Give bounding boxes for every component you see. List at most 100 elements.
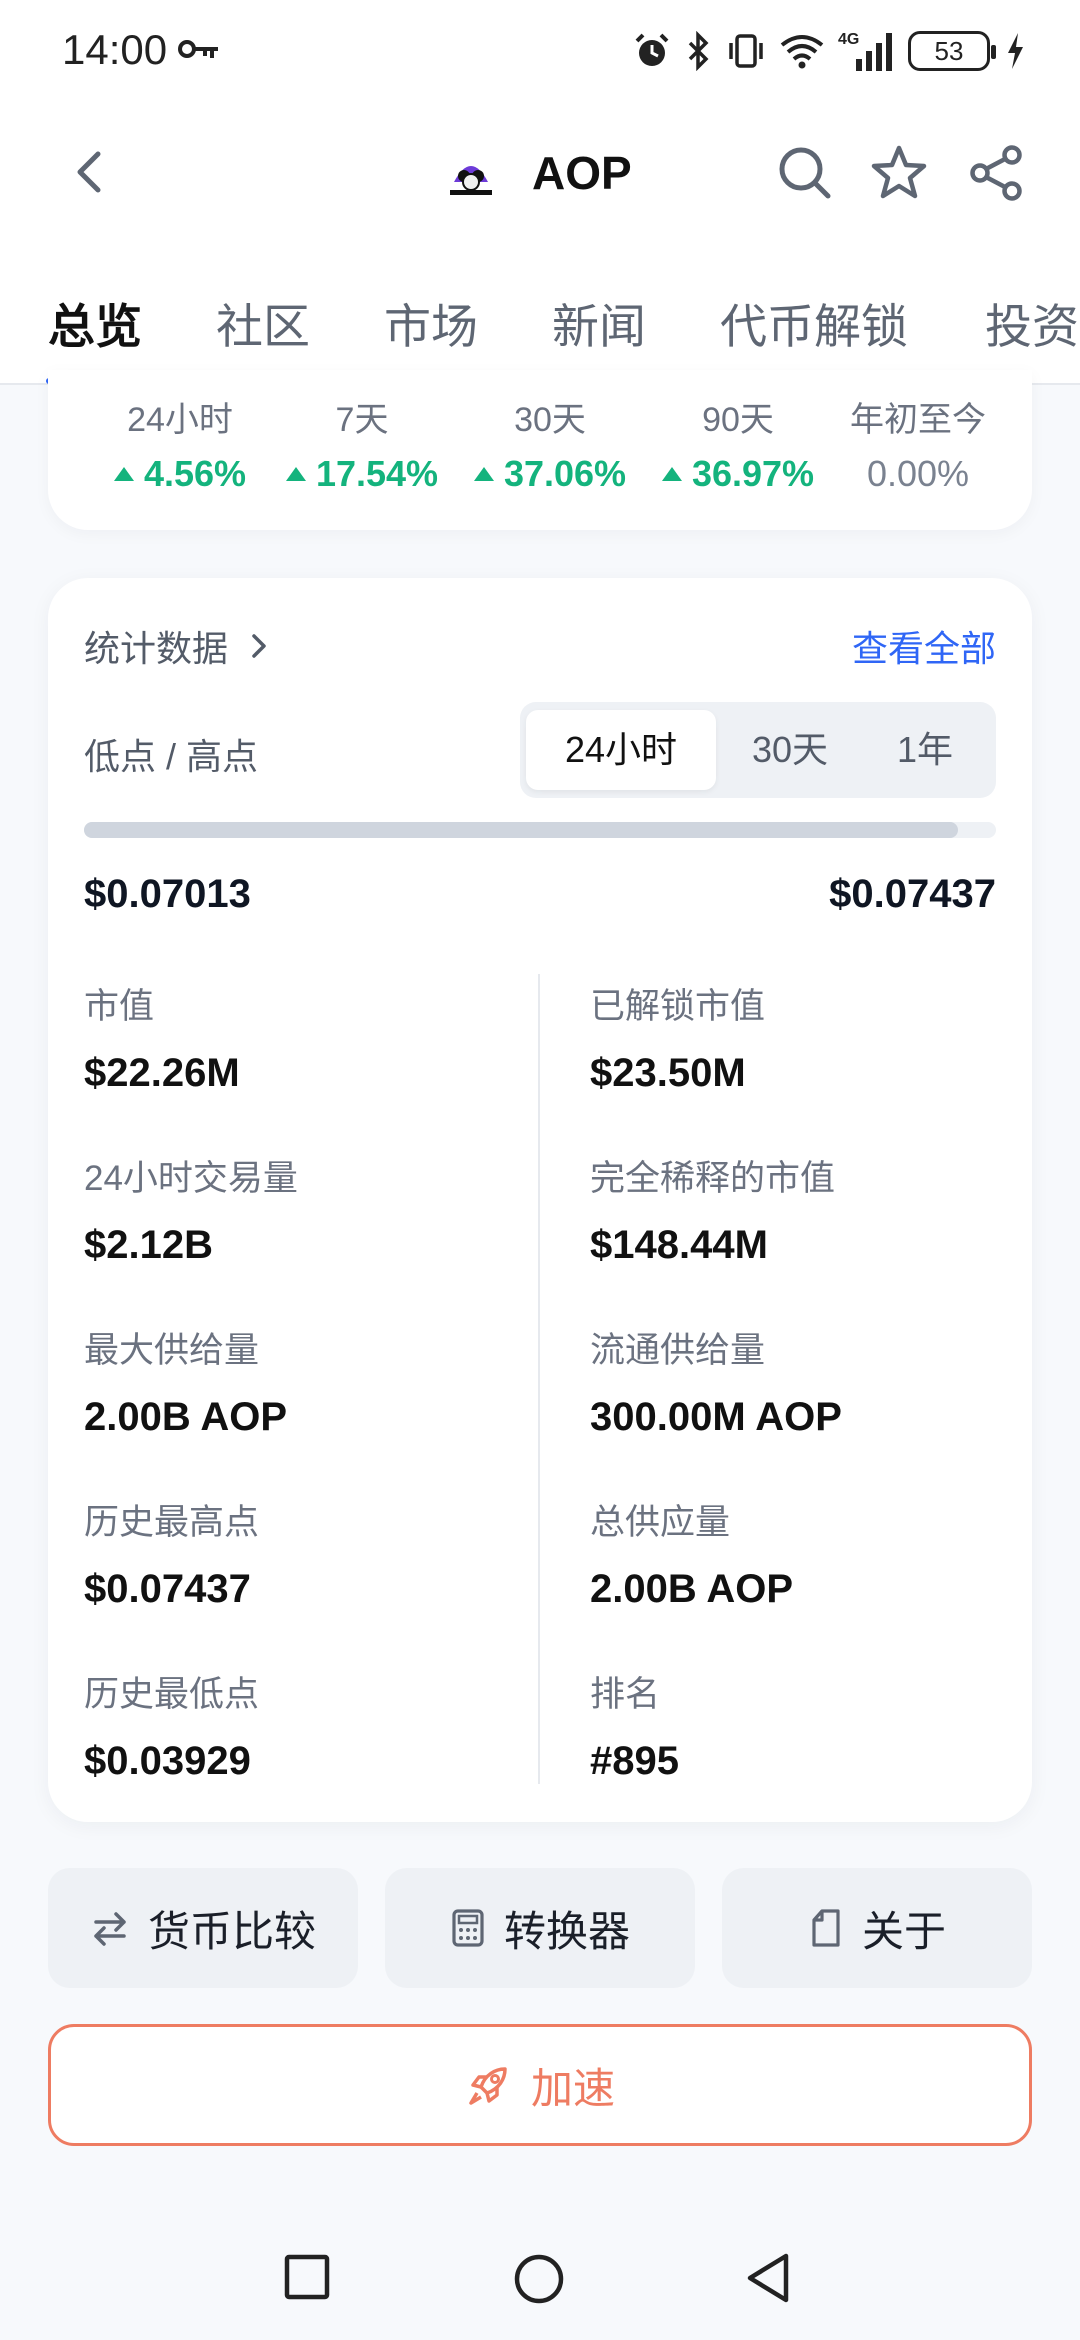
- stat-label: 完全稀释的市值: [590, 1159, 836, 1198]
- stat-max-supply: 最大供给量 2.00B AOP: [84, 1322, 287, 1440]
- statistics-title: 统计数据: [84, 628, 229, 669]
- rocket-icon: [469, 2067, 507, 2105]
- perf-label: 年初至今: [850, 401, 986, 439]
- perf-7d: 7天 17.54%: [272, 392, 452, 495]
- stat-label: 总供应量: [590, 1503, 731, 1542]
- perf-label: 24小时: [127, 401, 233, 439]
- stat-value: $22.26M: [84, 1051, 240, 1095]
- stat-value: $0.03929: [84, 1739, 251, 1783]
- perf-label: 90天: [702, 401, 774, 439]
- boost-button[interactable]: 加速: [48, 2024, 1032, 2146]
- converter-button[interactable]: 转换器: [385, 1868, 695, 1988]
- recent-apps-icon[interactable]: [282, 2252, 332, 2302]
- perf-30d: 30天 37.06%: [460, 392, 640, 495]
- period-24h[interactable]: 24小时: [526, 710, 716, 790]
- stat-all-time-low: 历史最低点 $0.03929: [84, 1666, 259, 1784]
- stat-value: $2.12B: [84, 1223, 213, 1267]
- stat-value: 2.00B AOP: [590, 1567, 794, 1611]
- tab-investment[interactable]: 投资: [985, 288, 1079, 357]
- converter-label: 转换器: [503, 1907, 630, 1955]
- perf-value: 37.06%: [503, 453, 627, 494]
- stat-value: #895: [590, 1739, 679, 1783]
- up-triangle-icon: [661, 467, 682, 481]
- period-selector: 24小时 30天 1年: [520, 702, 996, 798]
- document-icon: [812, 1909, 840, 1947]
- stat-label: 历史最低点: [84, 1675, 260, 1714]
- system-nav-bar: [0, 2200, 1080, 2340]
- battery-indicator: 53: [908, 31, 996, 71]
- svg-text:4G: 4G: [838, 31, 859, 48]
- battery-level: 53: [934, 35, 964, 66]
- column-divider: [538, 974, 540, 1784]
- statistics-header[interactable]: 统计数据: [84, 620, 272, 672]
- bluetooth-icon: [688, 31, 709, 71]
- period-30d[interactable]: 30天: [720, 710, 860, 790]
- stat-label: 历史最高点: [84, 1503, 260, 1542]
- perf-value: 0.00%: [866, 453, 970, 494]
- tab-token-unlock[interactable]: 代币解锁: [720, 288, 908, 357]
- up-triangle-icon: [285, 467, 306, 481]
- back-arrow-icon[interactable]: [60, 142, 120, 202]
- status-bar: 14:00 4G 53: [0, 0, 1080, 100]
- swap-arrows-icon: [94, 1912, 126, 1946]
- tab-community[interactable]: 社区: [216, 288, 310, 357]
- perf-label: 7天: [335, 401, 389, 439]
- tab-news[interactable]: 新闻: [552, 288, 646, 357]
- price-range-fill: [84, 822, 958, 838]
- alarm-icon: [635, 33, 669, 66]
- perf-ytd: 年初至今 0.00%: [828, 392, 1008, 495]
- cellular-signal-icon: 4G: [838, 31, 892, 71]
- tab-market[interactable]: 市场: [384, 288, 478, 357]
- share-icon[interactable]: [964, 140, 1030, 206]
- stat-total-supply: 总供应量 2.00B AOP: [590, 1494, 793, 1612]
- perf-label: 30天: [514, 401, 586, 439]
- app-header: AOP: [0, 100, 1080, 250]
- stat-label: 24小时交易量: [84, 1159, 298, 1198]
- chevron-right-icon: [252, 634, 266, 658]
- view-all-link[interactable]: 查看全部: [852, 620, 996, 672]
- coin-name: AOP: [532, 147, 632, 199]
- up-triangle-icon: [473, 467, 494, 481]
- wifi-icon: [780, 35, 824, 69]
- price-range-bar: [84, 822, 996, 838]
- search-icon[interactable]: [772, 140, 838, 206]
- stat-label: 已解锁市值: [590, 987, 766, 1026]
- back-nav-icon[interactable]: [742, 2250, 794, 2306]
- tab-bar: 总览 社区 市场 新闻 代币解锁 投资: [0, 250, 1080, 385]
- stat-value: 2.00B AOP: [84, 1395, 288, 1439]
- stat-label: 流通供给量: [590, 1331, 766, 1370]
- stat-24h-volume: 24小时交易量 $2.12B: [84, 1150, 298, 1268]
- status-time: 14:00: [62, 26, 168, 73]
- stat-label: 排名: [590, 1675, 661, 1714]
- stat-value: $0.07437: [84, 1567, 251, 1611]
- low-high-label: 低点 / 高点: [84, 736, 259, 777]
- stat-rank: 排名 #895: [590, 1666, 679, 1784]
- stat-value: $23.50M: [590, 1051, 746, 1095]
- performance-card: 24小时 4.56% 7天 17.54% 30天 37.06% 90天 36.9…: [48, 370, 1032, 530]
- stat-fully-diluted-valuation: 完全稀释的市值 $148.44M: [590, 1150, 835, 1268]
- boost-label: 加速: [530, 2064, 615, 2112]
- perf-value: 4.56%: [143, 453, 247, 494]
- compare-label: 货币比较: [147, 1907, 316, 1955]
- home-icon[interactable]: [512, 2252, 566, 2306]
- stat-value: $148.44M: [590, 1223, 768, 1267]
- period-1y[interactable]: 1年: [860, 710, 990, 790]
- stat-label: 最大供给量: [84, 1331, 260, 1370]
- about-label: 关于: [861, 1907, 946, 1955]
- about-button[interactable]: 关于: [722, 1868, 1032, 1988]
- stat-unlocked-market-cap: 已解锁市值 $23.50M: [590, 978, 765, 1096]
- stat-all-time-high: 历史最高点 $0.07437: [84, 1494, 259, 1612]
- compare-button[interactable]: 货币比较: [48, 1868, 358, 1988]
- statistics-card: 统计数据 查看全部 低点 / 高点 24小时 30天 1年 $0.07013 $…: [48, 578, 1032, 1822]
- perf-24h: 24小时 4.56%: [90, 392, 270, 495]
- stat-circulating-supply: 流通供给量 300.00M AOP: [590, 1322, 842, 1440]
- low-price: $0.07013: [84, 872, 251, 916]
- star-icon[interactable]: [866, 140, 932, 206]
- perf-value: 36.97%: [691, 453, 815, 494]
- charging-bolt-icon: [1008, 33, 1023, 69]
- key-icon: [178, 40, 218, 58]
- high-price: $0.07437: [829, 872, 996, 916]
- stat-label: 市值: [84, 987, 155, 1026]
- vibrate-icon: [729, 34, 763, 68]
- tab-overview[interactable]: 总览: [48, 288, 142, 357]
